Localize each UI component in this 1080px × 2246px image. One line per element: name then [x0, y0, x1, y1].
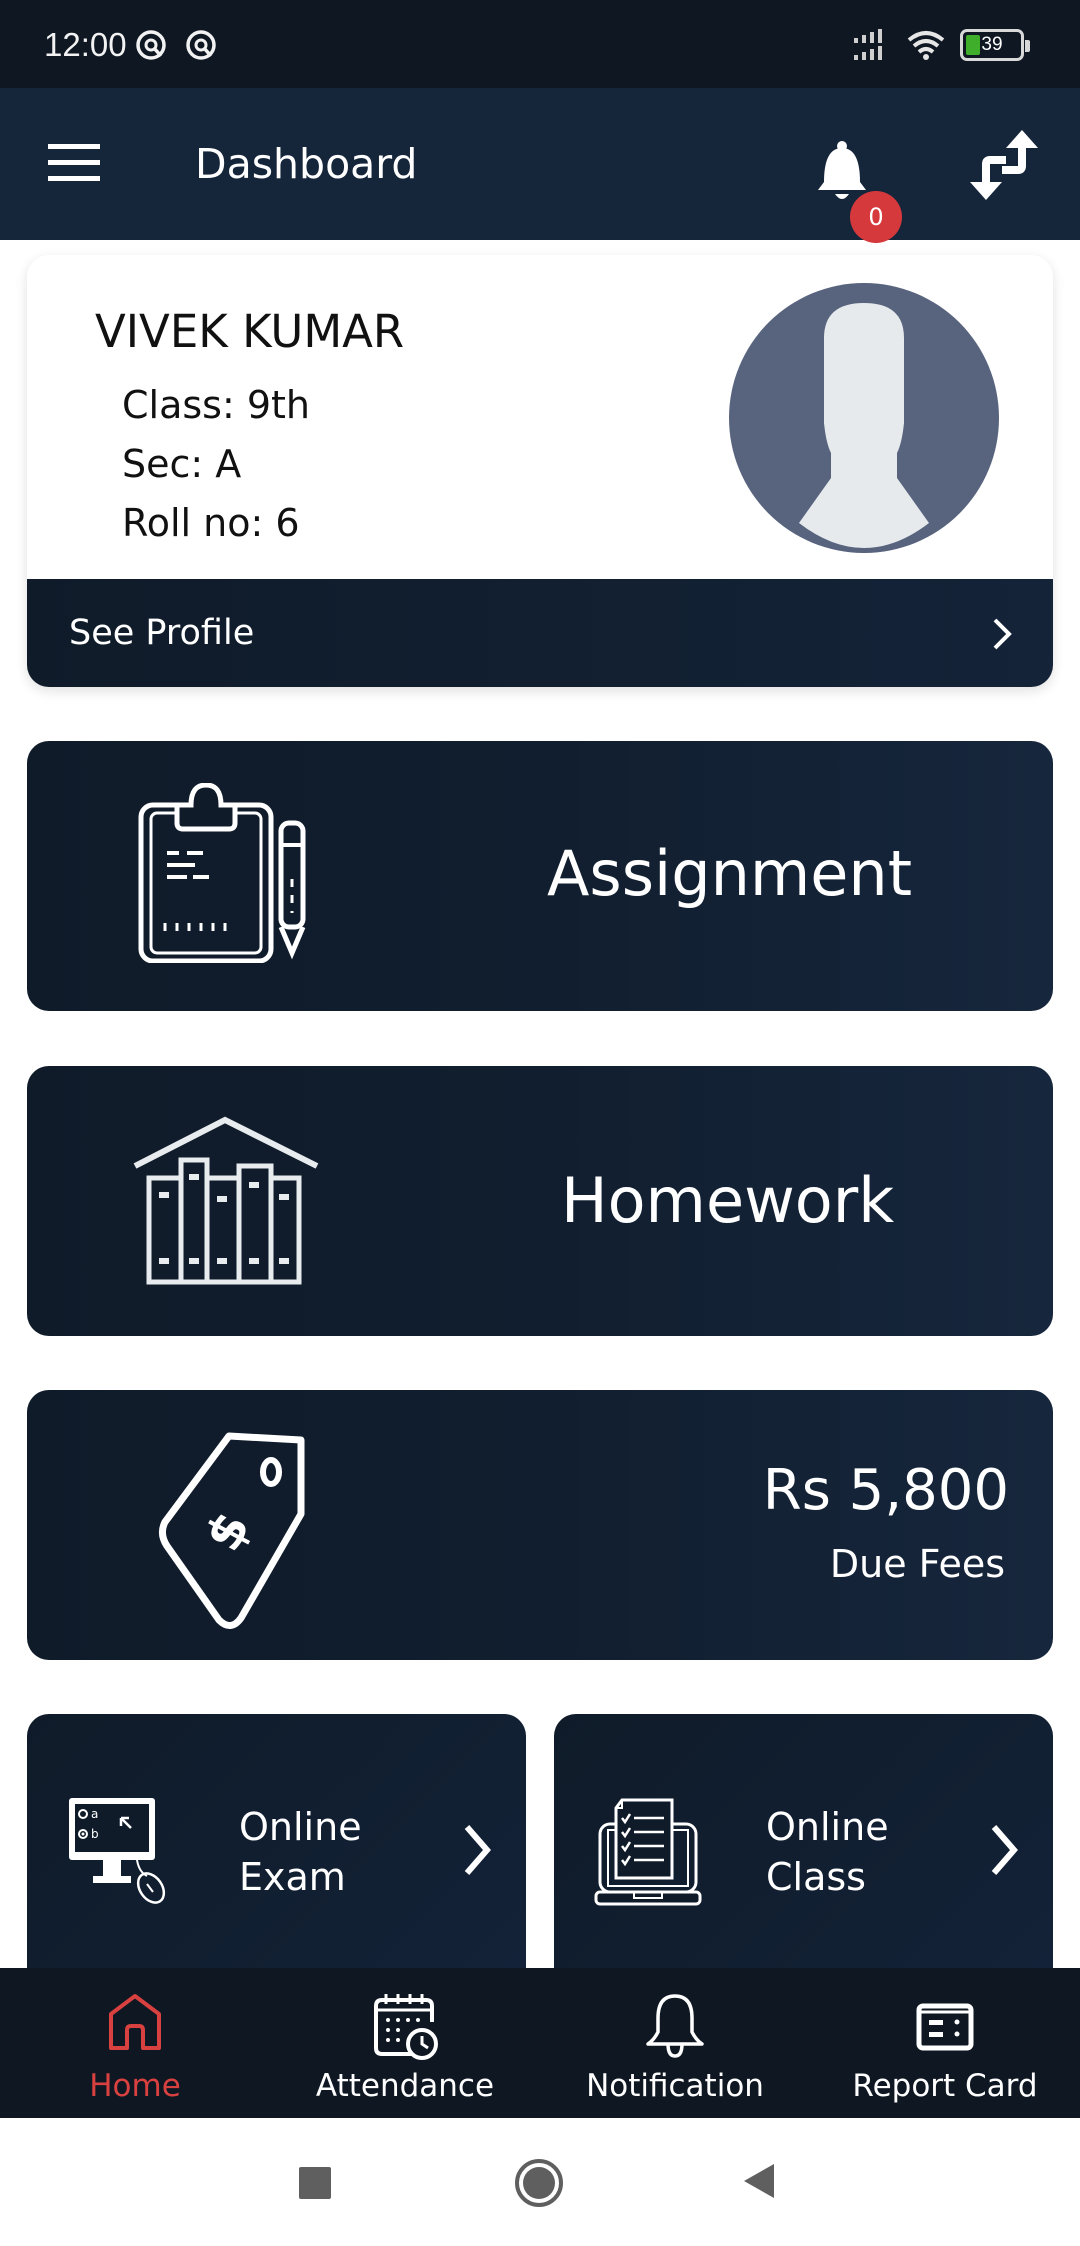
online-class-label: Online Class	[766, 1805, 889, 1899]
student-roll: Roll no: 6	[122, 501, 300, 545]
nav-attendance-label: Attendance	[315, 2068, 495, 2104]
app-bar: Dashboard 0	[0, 88, 1080, 243]
status-bar: 12:00 39	[0, 0, 1080, 88]
nav-notification[interactable]: Notification	[540, 1968, 810, 2118]
nav-home-label: Home	[89, 2068, 181, 2104]
computer-exam-icon: a b	[69, 1798, 166, 1904]
chevron-right-icon	[993, 618, 1012, 650]
student-section: Sec: A	[122, 442, 242, 486]
wifi-icon	[907, 31, 945, 60]
at-sign-icon	[136, 30, 166, 60]
cellular-signal-icon	[854, 29, 882, 60]
home-button[interactable]	[514, 2158, 564, 2208]
nav-report-card-label: Report Card	[852, 2068, 1038, 2104]
chevron-right-icon	[464, 1825, 491, 1875]
see-profile-button[interactable]: See Profile	[27, 579, 1053, 687]
due-fees-amount: Rs 5,800	[762, 1458, 1009, 1523]
menu-button[interactable]	[48, 144, 100, 184]
bell-outline-icon	[646, 1994, 704, 2058]
bottom-navigation: Home Attendance Notification Report Card	[0, 1968, 1080, 2118]
online-exam-label: Online Exam	[239, 1805, 362, 1899]
at-sign-icon	[186, 30, 216, 60]
svg-text:b: b	[91, 1827, 99, 1841]
see-profile-label: See Profile	[69, 613, 255, 653]
price-tag-icon: $	[158, 1432, 305, 1629]
books-house-icon	[133, 1116, 319, 1285]
status-time: 12:00	[44, 26, 127, 63]
status-indicators: 39	[852, 28, 1030, 62]
nav-home[interactable]: Home	[0, 1968, 270, 2118]
assignment-label: Assignment	[547, 837, 913, 910]
person-silhouette-icon	[799, 303, 929, 548]
page-title: Dashboard	[195, 140, 418, 188]
report-card-icon	[916, 2003, 974, 2051]
student-class: Class: 9th	[122, 383, 311, 427]
recents-button[interactable]	[298, 2166, 332, 2200]
nav-notification-label: Notification	[586, 2068, 764, 2104]
switch-account-icon[interactable]	[966, 126, 1042, 202]
laptop-checklist-icon	[594, 1798, 702, 1906]
nav-report-card[interactable]: Report Card	[810, 1968, 1080, 2118]
battery-level: 39	[981, 34, 1003, 55]
home-icon	[109, 1994, 161, 2050]
homework-tile[interactable]: Homework	[27, 1066, 1053, 1336]
clipboard-pencil-icon	[138, 783, 306, 963]
due-fees-label: Due Fees	[829, 1542, 1005, 1586]
svg-text:$: $	[194, 1502, 262, 1560]
calendar-clock-icon	[374, 1994, 438, 2060]
online-class-tile[interactable]: Online Class	[554, 1714, 1053, 1974]
nav-attendance[interactable]: Attendance	[270, 1968, 540, 2118]
due-fees-tile[interactable]: $ Rs 5,800 Due Fees	[27, 1390, 1053, 1660]
online-exam-tile[interactable]: a b Online Exam	[27, 1714, 526, 1974]
chevron-right-icon	[991, 1825, 1018, 1875]
menu-icon	[48, 144, 100, 149]
homework-label: Homework	[561, 1164, 895, 1237]
battery-icon: 39	[960, 29, 1030, 61]
assignment-tile[interactable]: Assignment	[27, 741, 1053, 1011]
notification-badge: 0	[850, 191, 902, 243]
student-name: VIVEK KUMAR	[95, 305, 405, 358]
svg-text:a: a	[91, 1807, 98, 1821]
profile-card: VIVEK KUMAR Class: 9th Sec: A Roll no: 6…	[27, 255, 1053, 687]
back-button[interactable]	[742, 2162, 776, 2200]
system-navigation-bar	[0, 2118, 1080, 2246]
avatar[interactable]	[729, 283, 999, 553]
